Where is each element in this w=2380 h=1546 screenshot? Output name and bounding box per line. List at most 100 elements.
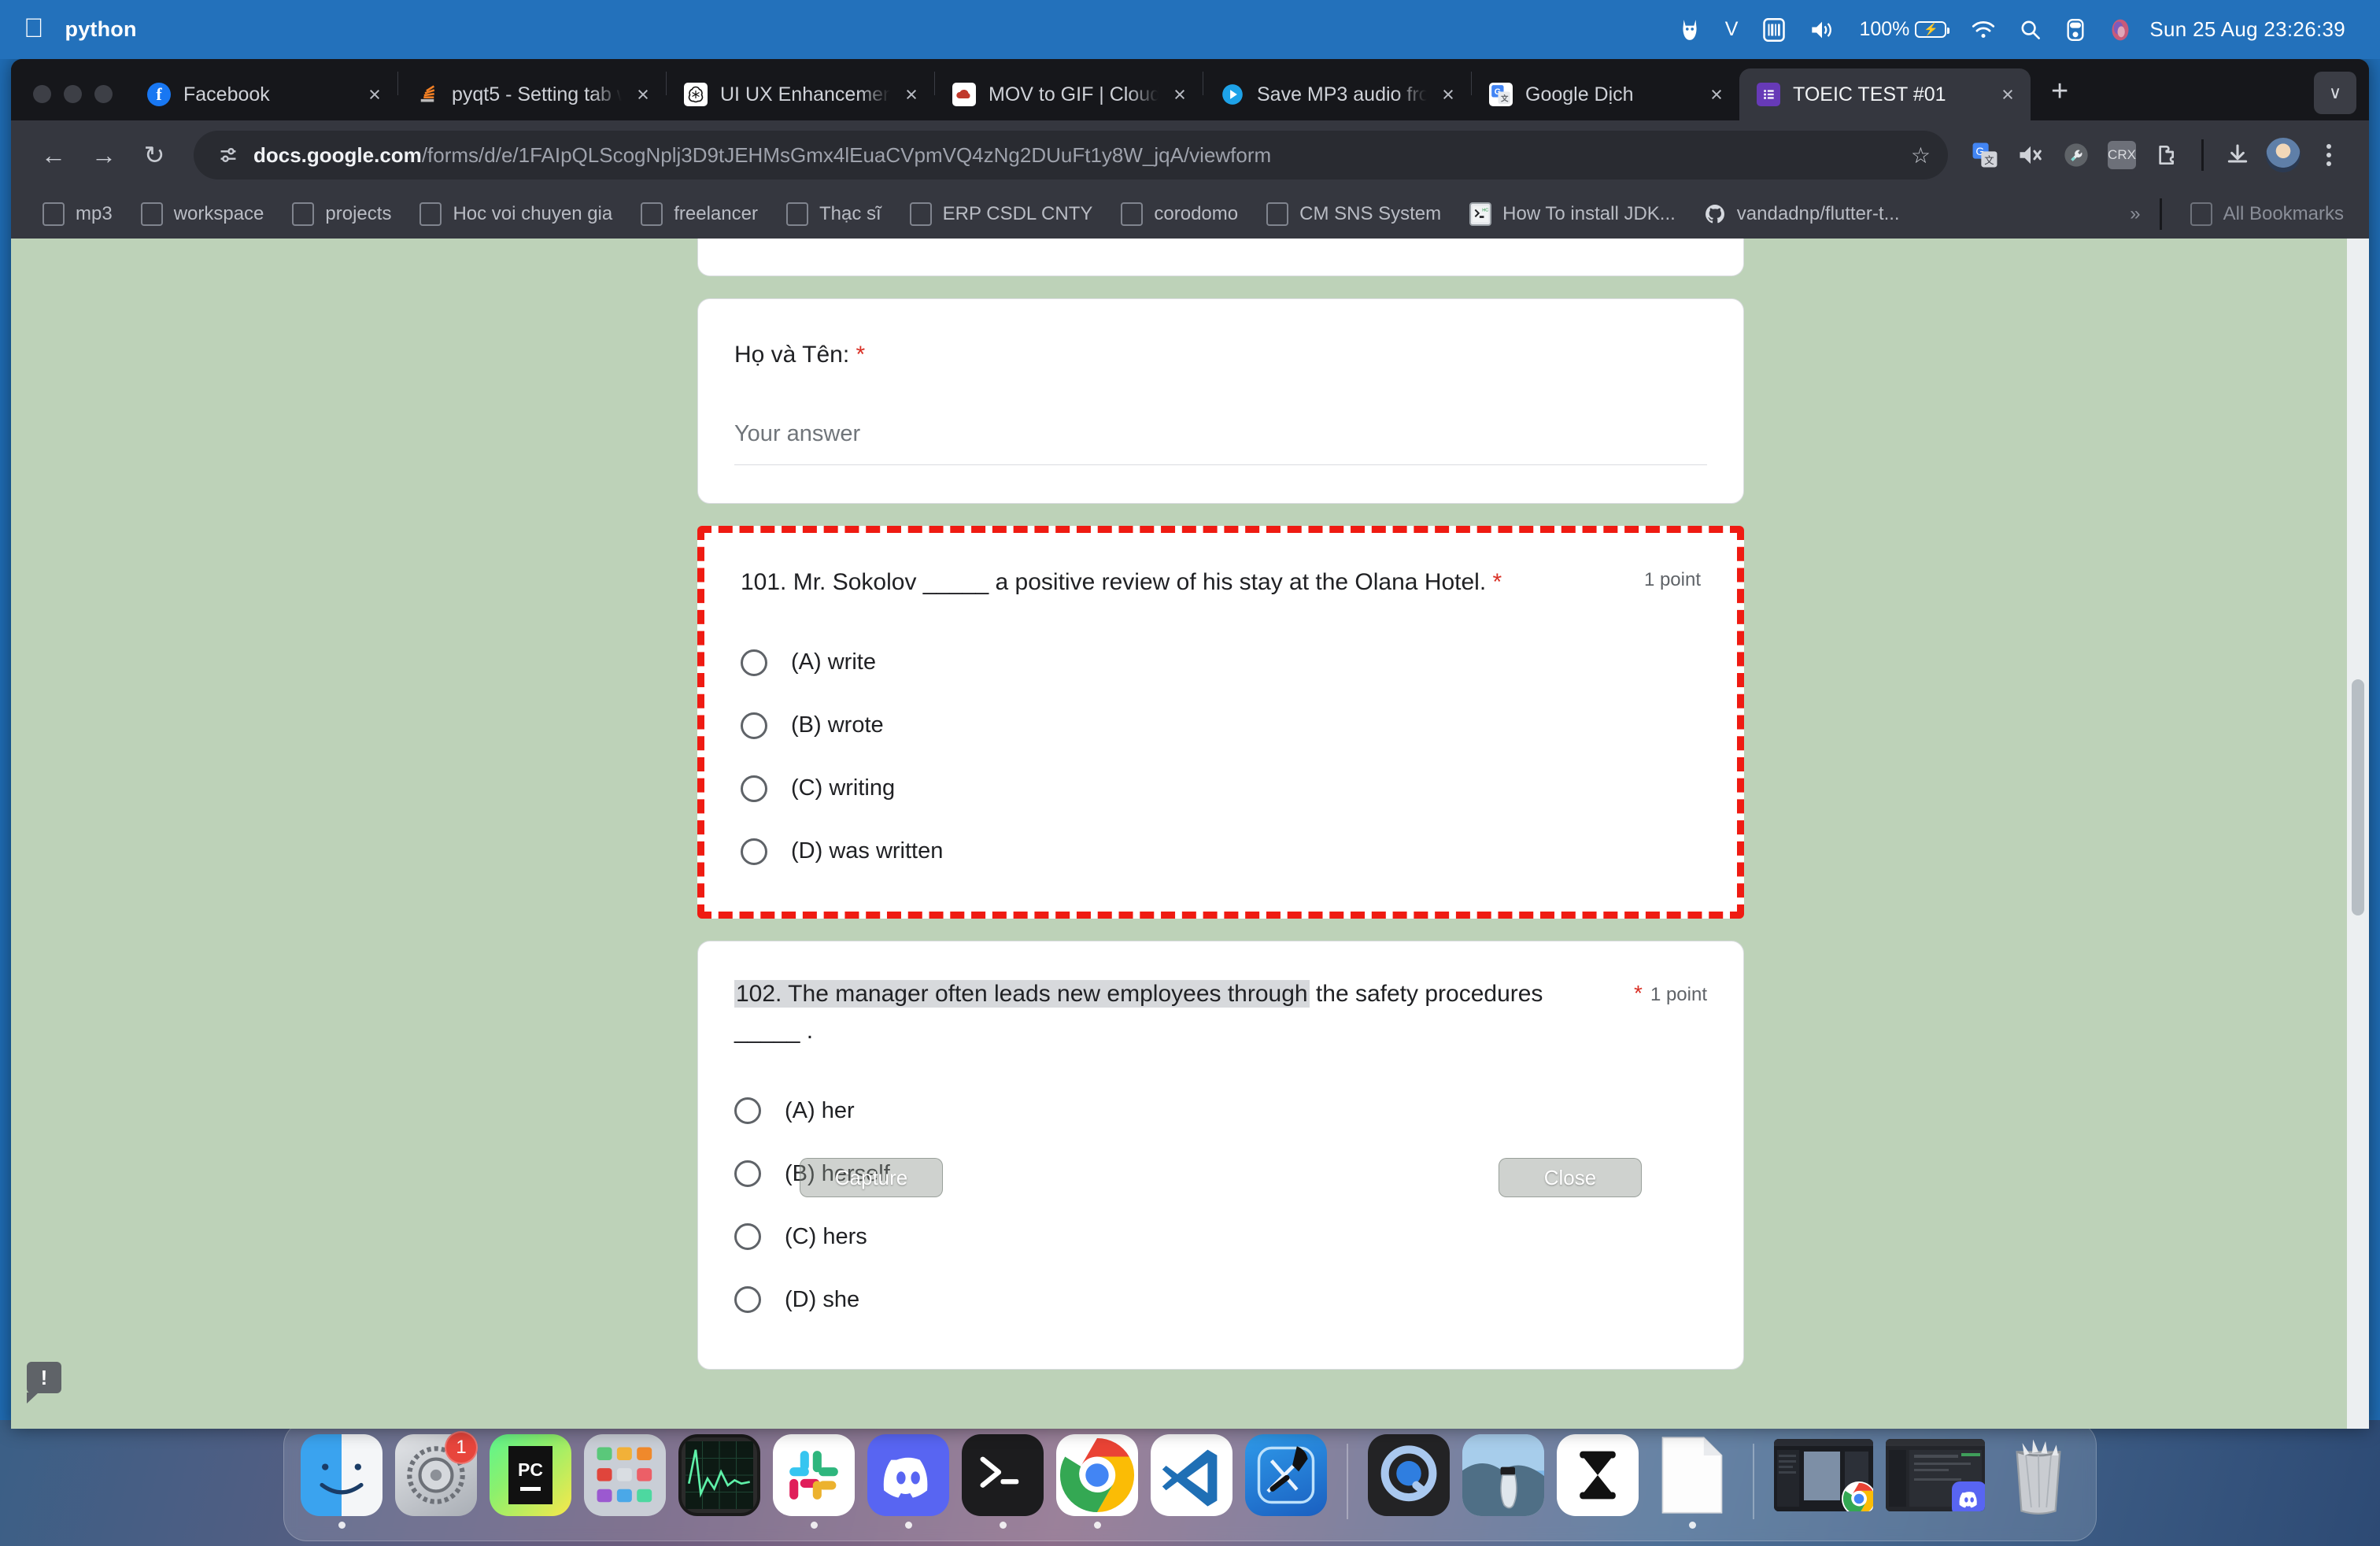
option-radio-row[interactable]: (C) hers	[734, 1205, 1707, 1268]
tab-google-dich[interactable]: G文 Google Dịch ×	[1472, 68, 1739, 120]
bookmark-workspace[interactable]: workspace	[127, 195, 279, 233]
profile-avatar-icon[interactable]	[2260, 132, 2306, 178]
dock-item-activity-monitor[interactable]	[676, 1434, 763, 1529]
battery-status[interactable]: 100% ⚡	[1846, 0, 1959, 59]
wifi-icon[interactable]	[1959, 0, 2008, 59]
bookmark-vandadnp-flutter[interactable]: vandadnp/flutter-t...	[1690, 195, 1914, 233]
extensions-puzzle-icon[interactable]	[2145, 132, 2190, 178]
dock-item-launchpad[interactable]	[582, 1434, 668, 1529]
radio-button-icon[interactable]	[741, 649, 767, 676]
siri-icon[interactable]	[2097, 0, 2143, 59]
dock-item-preview[interactable]	[1460, 1434, 1547, 1529]
dock-item-xcode[interactable]	[1243, 1434, 1329, 1529]
menu-bar-clock[interactable]: Sun 25 Aug 23:26:39	[2143, 0, 2358, 59]
apple-menu-icon[interactable]: 	[24, 15, 44, 42]
close-tab-button[interactable]: ×	[1703, 83, 1730, 107]
maximize-window-button[interactable]	[94, 85, 113, 103]
close-button[interactable]: Close	[1499, 1158, 1642, 1197]
preview-icon	[1462, 1434, 1544, 1516]
close-tab-button[interactable]: ×	[630, 83, 656, 107]
dock-item-system-settings[interactable]: 1	[393, 1434, 479, 1529]
tab-facebook[interactable]: f Facebook ×	[130, 68, 397, 120]
bookmark-projects[interactable]: projects	[278, 195, 405, 233]
reload-icon[interactable]: ↻	[129, 130, 179, 180]
dock-item-pycharm[interactable]: PC	[487, 1434, 574, 1529]
radio-button-icon[interactable]	[734, 1223, 761, 1250]
site-settings-icon[interactable]	[211, 145, 246, 165]
forward-arrow-icon[interactable]: →	[79, 130, 129, 180]
new-tab-button[interactable]: +	[2031, 76, 2089, 120]
close-tab-button[interactable]: ×	[361, 83, 388, 107]
dock-item-finder[interactable]	[298, 1434, 385, 1529]
dock-item-vs-code[interactable]	[1148, 1434, 1235, 1529]
dock-item-textedit-document[interactable]	[1649, 1434, 1735, 1529]
close-tab-button[interactable]: ×	[1435, 83, 1462, 107]
google-translate-icon[interactable]: G文	[1962, 132, 2008, 178]
option-radio-row[interactable]: (D) was written	[741, 820, 1701, 883]
llama-icon[interactable]	[1667, 0, 1713, 59]
option-radio-row[interactable]: (A) write	[741, 631, 1701, 694]
dock-item-google-chrome[interactable]	[1054, 1434, 1140, 1529]
dock-item-slack[interactable]	[771, 1434, 857, 1529]
radio-button-icon[interactable]	[734, 1286, 761, 1313]
back-arrow-icon[interactable]: ←	[28, 130, 79, 180]
bookmarks-overflow-icon[interactable]: »	[2130, 203, 2145, 225]
name-answer-input[interactable]: Your answer	[734, 421, 1707, 447]
page-scrollbar-track[interactable]	[2347, 239, 2369, 1429]
option-radio-row[interactable]: (C) writing	[741, 757, 1701, 820]
tab-search-chevron-down-icon[interactable]: ∨	[2314, 72, 2356, 114]
mute-tab-icon[interactable]	[2008, 132, 2053, 178]
tab-ui-ux-enhancements[interactable]: UI UX Enhancements ×	[667, 68, 934, 120]
bookmark-how-to-install-jdk[interactable]: HC How To install JDK...	[1455, 195, 1690, 233]
dock-item-capcut[interactable]	[1554, 1434, 1641, 1529]
radio-button-icon[interactable]	[741, 838, 767, 865]
control-center-icon[interactable]	[2053, 0, 2097, 59]
option-radio-row[interactable]: (B) wrote	[741, 694, 1701, 757]
capture-button[interactable]: Capture	[800, 1158, 943, 1197]
radio-button-icon[interactable]	[734, 1097, 761, 1124]
tab-toeic-test-01[interactable]: TOEIC TEST #01 ×	[1739, 68, 2031, 120]
option-radio-row[interactable]: (D) she	[734, 1268, 1707, 1331]
dock-item-discord[interactable]	[865, 1434, 952, 1529]
tab-pyqt5[interactable]: pyqt5 - Setting tab w ×	[398, 68, 666, 120]
radio-button-icon[interactable]	[734, 1160, 761, 1187]
window-traffic-lights[interactable]	[11, 85, 130, 120]
bookmark-freelancer[interactable]: freelancer	[626, 195, 772, 233]
close-window-button[interactable]	[33, 85, 51, 103]
bookmark-mp3[interactable]: mp3	[28, 195, 127, 233]
tab-save-mp3-audio[interactable]: Save MP3 audio from ×	[1203, 68, 1471, 120]
minimize-window-button[interactable]	[64, 85, 82, 103]
radio-button-icon[interactable]	[741, 775, 767, 802]
download-icon[interactable]	[2215, 132, 2260, 178]
active-app-name[interactable]: python	[65, 17, 137, 42]
address-bar-url[interactable]: docs.google.com/forms/d/e/1FAIpQLScogNpl…	[253, 143, 1898, 168]
bookmark-cm-sns-system[interactable]: CM SNS System	[1252, 195, 1455, 233]
crx-extension-icon[interactable]: CRX	[2099, 132, 2145, 178]
option-radio-row[interactable]: (A) her	[734, 1079, 1707, 1142]
spotlight-search-icon[interactable]	[2008, 0, 2053, 59]
radio-button-icon[interactable]	[741, 712, 767, 739]
page-scrollbar-thumb[interactable]	[2352, 679, 2364, 915]
bookmark-thac-si[interactable]: Thạc sĩ	[772, 195, 896, 233]
tab-mov-to-gif[interactable]: MOV to GIF | CloudC ×	[935, 68, 1203, 120]
v-icon[interactable]: V	[1713, 0, 1751, 59]
close-tab-button[interactable]: ×	[1994, 83, 2021, 107]
bookmark-corodomo[interactable]: corodomo	[1107, 195, 1252, 233]
bookmark-star-icon[interactable]: ☆	[1898, 142, 1931, 168]
dock-item-terminal[interactable]	[959, 1434, 1046, 1529]
bookmark-erp-csdl-cnty[interactable]: ERP CSDL CNTY	[896, 195, 1107, 233]
dock-item-quicktime-player[interactable]	[1366, 1434, 1452, 1529]
bookmark-hoc-voi-chuyen-gia[interactable]: Hoc voi chuyen gia	[405, 195, 626, 233]
all-bookmarks-button[interactable]: All Bookmarks	[2176, 195, 2352, 233]
dock-minimized-chrome-window[interactable]	[1772, 1439, 1876, 1524]
barcode-icon[interactable]	[1750, 0, 1798, 59]
feedback-report-icon[interactable]: !	[27, 1362, 61, 1393]
chrome-menu-icon[interactable]	[2306, 132, 2352, 178]
dock-item-trash[interactable]	[1995, 1434, 2082, 1529]
volume-icon[interactable]	[1798, 0, 1846, 59]
address-bar[interactable]: docs.google.com/forms/d/e/1FAIpQLScogNpl…	[194, 131, 1948, 179]
dev-tool-icon[interactable]	[2053, 132, 2099, 178]
close-tab-button[interactable]: ×	[898, 83, 925, 107]
close-tab-button[interactable]: ×	[1166, 83, 1193, 107]
dock-minimized-discord-window[interactable]	[1883, 1439, 1987, 1524]
